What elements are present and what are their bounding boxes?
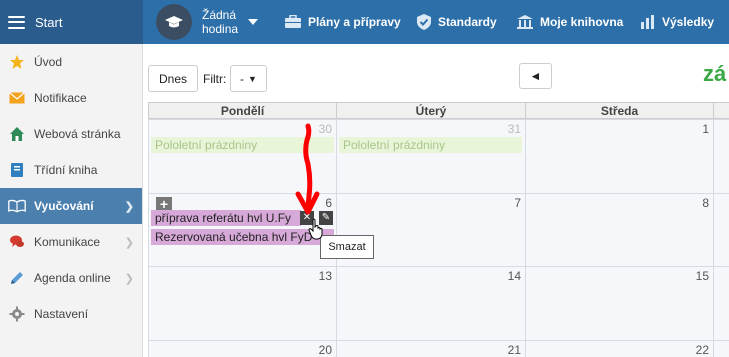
filter-label: Filtr: [203, 72, 227, 86]
prev-icon: ◄ [529, 69, 542, 83]
sidebar-item-webova-stranka[interactable]: Webová stránka [0, 116, 142, 152]
sidebar-item-vyucovani[interactable]: Vyučování ❯ [0, 188, 142, 224]
hamburger-icon [8, 15, 25, 29]
sidebar-item-label: Agenda online [34, 271, 111, 285]
home-icon [8, 125, 26, 143]
chat-icon [8, 233, 26, 251]
sidebar-item-label: Úvod [34, 55, 63, 69]
sidebar-item-label: Webová stránka [34, 127, 121, 141]
filter-value: - [240, 71, 245, 86]
nav-plans[interactable]: Plány a přípravy [284, 0, 401, 44]
day-cell[interactable] [713, 193, 729, 267]
pencil-icon [8, 269, 26, 287]
day-number: 14 [507, 269, 521, 283]
day-number: 20 [318, 343, 332, 357]
sidebar-item-agenda-online[interactable]: Agenda online ❯ [0, 260, 142, 296]
nav-library-label: Moje knihovna [540, 15, 624, 29]
sidebar-item-label: Nastavení [34, 307, 89, 321]
bar-chart-icon [640, 14, 656, 30]
nav-results[interactable]: Výsledky [640, 0, 714, 44]
library-icon [516, 14, 534, 30]
delete-tooltip: Smazat [320, 235, 374, 259]
open-book-icon [8, 197, 26, 215]
day-cell[interactable] [713, 266, 729, 341]
graduation-cap-icon [156, 4, 192, 40]
day-cell[interactable]: 22 [525, 340, 714, 357]
nav-standards[interactable]: Standardy [416, 0, 497, 44]
hand-cursor-icon [308, 218, 323, 240]
nav-plans-label: Plány a přípravy [308, 15, 401, 29]
shield-check-icon [416, 13, 432, 31]
annotation-arrow-icon [295, 123, 320, 215]
top-bar: Start Žádná hodina Plány a přípravy Stan… [0, 0, 729, 44]
day-cell[interactable]: 13 [148, 266, 337, 341]
chevron-right-icon: ❯ [124, 273, 134, 285]
column-header-monday: Pondělí [148, 102, 337, 119]
nav-results-label: Výsledky [662, 15, 715, 29]
nav-library[interactable]: Moje knihovna [516, 0, 623, 44]
today-button[interactable]: Dnes [148, 65, 198, 92]
day-cell[interactable]: 31 [336, 119, 526, 194]
nav-standards-label: Standardy [438, 15, 497, 29]
sidebar-item-label: Komunikace [34, 235, 101, 249]
sidebar: Úvod Notifikace Webová stránka Třídní kn… [0, 44, 143, 357]
prev-button[interactable]: ◄ [519, 63, 552, 89]
chevron-right-icon: ❯ [124, 237, 134, 249]
sidebar-item-komunikace[interactable]: Komunikace ❯ [0, 224, 142, 260]
caret-down-icon: ▼ [248, 73, 257, 84]
envelope-icon [8, 89, 26, 107]
sidebar-item-label: Třídní kniha [34, 163, 98, 177]
lesson-event[interactable]: příprava referátu hvl U.Fy [151, 210, 301, 226]
caret-down-icon [248, 19, 258, 25]
day-number: 21 [507, 343, 521, 357]
day-cell[interactable] [713, 119, 729, 194]
day-cell[interactable]: 8 [525, 193, 714, 267]
column-header-tuesday: Úterý [336, 102, 526, 119]
hour-selector[interactable]: Žádná hodina [156, 4, 258, 40]
sidebar-item-label: Notifikace [34, 91, 87, 105]
day-number: 8 [702, 196, 709, 210]
calendar-title: zá [703, 61, 727, 86]
day-number: 22 [695, 343, 709, 357]
day-cell[interactable]: 20 [148, 340, 337, 357]
day-cell[interactable]: 14 [336, 266, 526, 341]
sidebar-item-label: Vyučování [34, 199, 94, 213]
today-button-label: Dnes [158, 71, 187, 86]
briefcase-icon [284, 15, 302, 29]
column-header-wednesday: Středa [525, 102, 714, 119]
start-label: Start [35, 14, 63, 30]
day-number: 7 [514, 196, 521, 210]
sidebar-item-notifikace[interactable]: Notifikace [0, 80, 142, 116]
day-cell[interactable]: 1 [525, 119, 714, 194]
gear-icon [8, 305, 26, 323]
start-menu-button[interactable]: Start [0, 0, 143, 44]
sidebar-item-uvod[interactable]: Úvod [0, 44, 142, 80]
holiday-event[interactable]: Pololetní prázdniny [339, 137, 522, 153]
day-number: 1 [702, 122, 709, 136]
day-number: 15 [695, 269, 709, 283]
column-header-thursday [713, 102, 729, 119]
book-icon [8, 161, 26, 179]
day-number: 31 [507, 122, 521, 136]
sidebar-item-nastaveni[interactable]: Nastavení [0, 296, 142, 332]
day-cell[interactable]: 15 [525, 266, 714, 341]
day-cell[interactable] [713, 340, 729, 357]
sidebar-item-tridni-kniha[interactable]: Třídní kniha [0, 152, 142, 188]
day-cell[interactable]: 21 [336, 340, 526, 357]
filter-select[interactable]: - ▼ [230, 65, 267, 92]
day-number: 13 [318, 269, 332, 283]
chevron-right-icon: ❯ [124, 201, 134, 213]
star-icon [8, 53, 26, 71]
hour-label: Žádná hodina [202, 8, 239, 36]
